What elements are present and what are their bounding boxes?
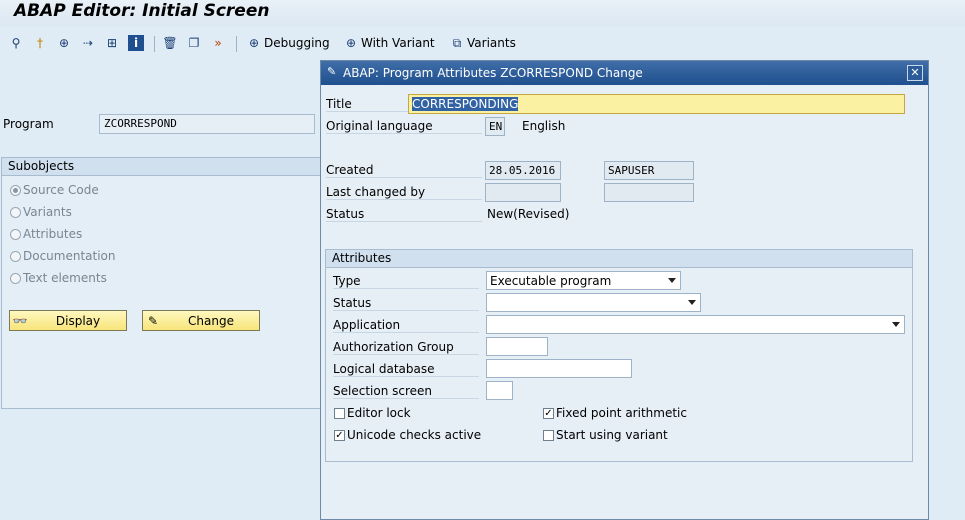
with-variant-label: With Variant: [361, 36, 435, 50]
program-attributes-dialog: ✎ ABAP: Program Attributes ZCORRESPOND C…: [320, 60, 929, 520]
start-variant-label: Start using variant: [556, 428, 668, 442]
fixed-point-label: Fixed point arithmetic: [556, 406, 687, 420]
with-variant-button[interactable]: ⊕ With Variant: [343, 34, 435, 52]
debug-icon: ⊕: [248, 36, 260, 50]
application-toolbar: ⚲ † ⊕ ⇢ ⊞ i 🗑 ❐ » ⊕ Debugging ⊕ With Var…: [0, 28, 965, 58]
display-button[interactable]: 👓 Display: [9, 310, 127, 331]
checkbox-unchecked-icon: [334, 407, 345, 419]
authorization-group-label: Authorization Group: [333, 340, 479, 355]
window-title: ABAP Editor: Initial Screen: [14, 1, 270, 21]
status-label: Status: [326, 207, 482, 222]
radio-selected-icon: [10, 184, 21, 196]
checkbox-unchecked-icon: [543, 429, 554, 441]
editor-lock-checkbox[interactable]: Editor lock: [334, 406, 411, 420]
radio-icon: [10, 228, 21, 240]
where-used-icon[interactable]: †: [32, 34, 48, 52]
title-bar: ABAP Editor: Initial Screen: [0, 0, 965, 26]
toolbar-separator: [154, 36, 155, 52]
dropdown-arrow-icon: [668, 278, 676, 283]
program-label: Program: [3, 117, 54, 131]
status-attr-label: Status: [333, 296, 479, 311]
logical-database-input[interactable]: [486, 359, 632, 378]
editor-lock-label: Editor lock: [347, 406, 411, 420]
dialog-header: ✎ ABAP: Program Attributes ZCORRESPOND C…: [321, 61, 928, 85]
created-user-field: SAPUSER: [604, 161, 694, 180]
glasses-icon: 👓: [12, 313, 28, 328]
unicode-checks-label: Unicode checks active: [347, 428, 482, 442]
edit-icon: ✎: [327, 65, 337, 78]
radio-icon: [10, 272, 21, 284]
title-input-value: CORRESPONDING: [412, 97, 519, 111]
start-variant-checkbox[interactable]: Start using variant: [543, 428, 668, 442]
fixed-point-checkbox[interactable]: ✓ Fixed point arithmetic: [543, 406, 687, 420]
application-label: Application: [333, 318, 479, 333]
checkbox-checked-icon: ✓: [334, 429, 345, 441]
change-label: Change: [188, 313, 234, 328]
selection-screen-input[interactable]: [486, 381, 513, 400]
toolbar-separator: [236, 36, 237, 52]
attributes-title: Attributes: [326, 250, 912, 268]
last-changed-user-field: [604, 183, 694, 202]
execute-variant-icon: ⊕: [345, 36, 357, 50]
radio-icon: [10, 250, 21, 262]
language-name: English: [522, 119, 566, 133]
other-object-icon[interactable]: ⚲: [8, 34, 24, 52]
radio-attributes[interactable]: Attributes: [10, 227, 82, 241]
dialog-title: ABAP: Program Attributes ZCORRESPOND Cha…: [343, 66, 643, 80]
debugging-label: Debugging: [264, 36, 330, 50]
navigate-icon[interactable]: ⇢: [80, 34, 96, 52]
change-button[interactable]: ✎ Change: [142, 310, 260, 331]
display-label: Display: [55, 313, 101, 328]
type-select[interactable]: Executable program: [486, 271, 681, 290]
radio-text-elements[interactable]: Text elements: [10, 271, 107, 285]
created-label: Created: [326, 163, 482, 178]
variants-label: Variants: [467, 36, 516, 50]
copy-icon[interactable]: ❐: [186, 34, 202, 52]
unicode-checks-checkbox[interactable]: ✓ Unicode checks active: [334, 428, 481, 442]
hierarchy-icon[interactable]: ⊞: [104, 34, 120, 52]
original-language-label: Original language: [326, 119, 482, 134]
pencil-icon: ✎: [147, 313, 159, 328]
type-select-value: Executable program: [490, 274, 612, 288]
program-field[interactable]: ZCORRESPOND: [99, 114, 315, 134]
rename-icon[interactable]: »: [210, 34, 226, 52]
debugging-button[interactable]: ⊕ Debugging: [246, 34, 330, 52]
radio-variants[interactable]: Variants: [10, 205, 72, 219]
application-select[interactable]: [486, 315, 905, 334]
attributes-group: Attributes Type Executable program Statu…: [325, 249, 913, 462]
dropdown-arrow-icon: [892, 322, 900, 327]
variants-icon: ⧉: [452, 35, 462, 50]
title-input[interactable]: CORRESPONDING: [408, 94, 905, 114]
language-code-field: EN: [485, 117, 505, 136]
delete-icon[interactable]: 🗑: [162, 34, 178, 52]
radio-documentation[interactable]: Documentation: [10, 249, 116, 263]
radio-icon: [10, 206, 21, 218]
created-date-field: 28.05.2016: [485, 161, 561, 180]
authorization-group-input[interactable]: [486, 337, 548, 356]
dropdown-arrow-icon: [688, 300, 696, 305]
subobjects-group: Subobjects Source Code Variants Attribut…: [1, 157, 328, 409]
logical-database-label: Logical database: [333, 362, 479, 377]
variants-button[interactable]: ⧉ Variants: [449, 34, 516, 52]
selection-screen-label: Selection screen: [333, 384, 479, 399]
status-value: New(Revised): [487, 207, 570, 221]
close-icon[interactable]: ✕: [907, 65, 923, 81]
info-icon[interactable]: i: [128, 34, 144, 52]
status-select[interactable]: [486, 293, 701, 312]
subobjects-title: Subobjects: [2, 158, 327, 176]
last-changed-label: Last changed by: [326, 185, 482, 200]
type-label: Type: [333, 274, 479, 289]
checkbox-checked-icon: ✓: [543, 407, 554, 419]
execute-icon[interactable]: ⊕: [56, 34, 72, 52]
radio-source-code[interactable]: Source Code: [10, 183, 99, 197]
last-changed-date-field: [485, 183, 561, 202]
